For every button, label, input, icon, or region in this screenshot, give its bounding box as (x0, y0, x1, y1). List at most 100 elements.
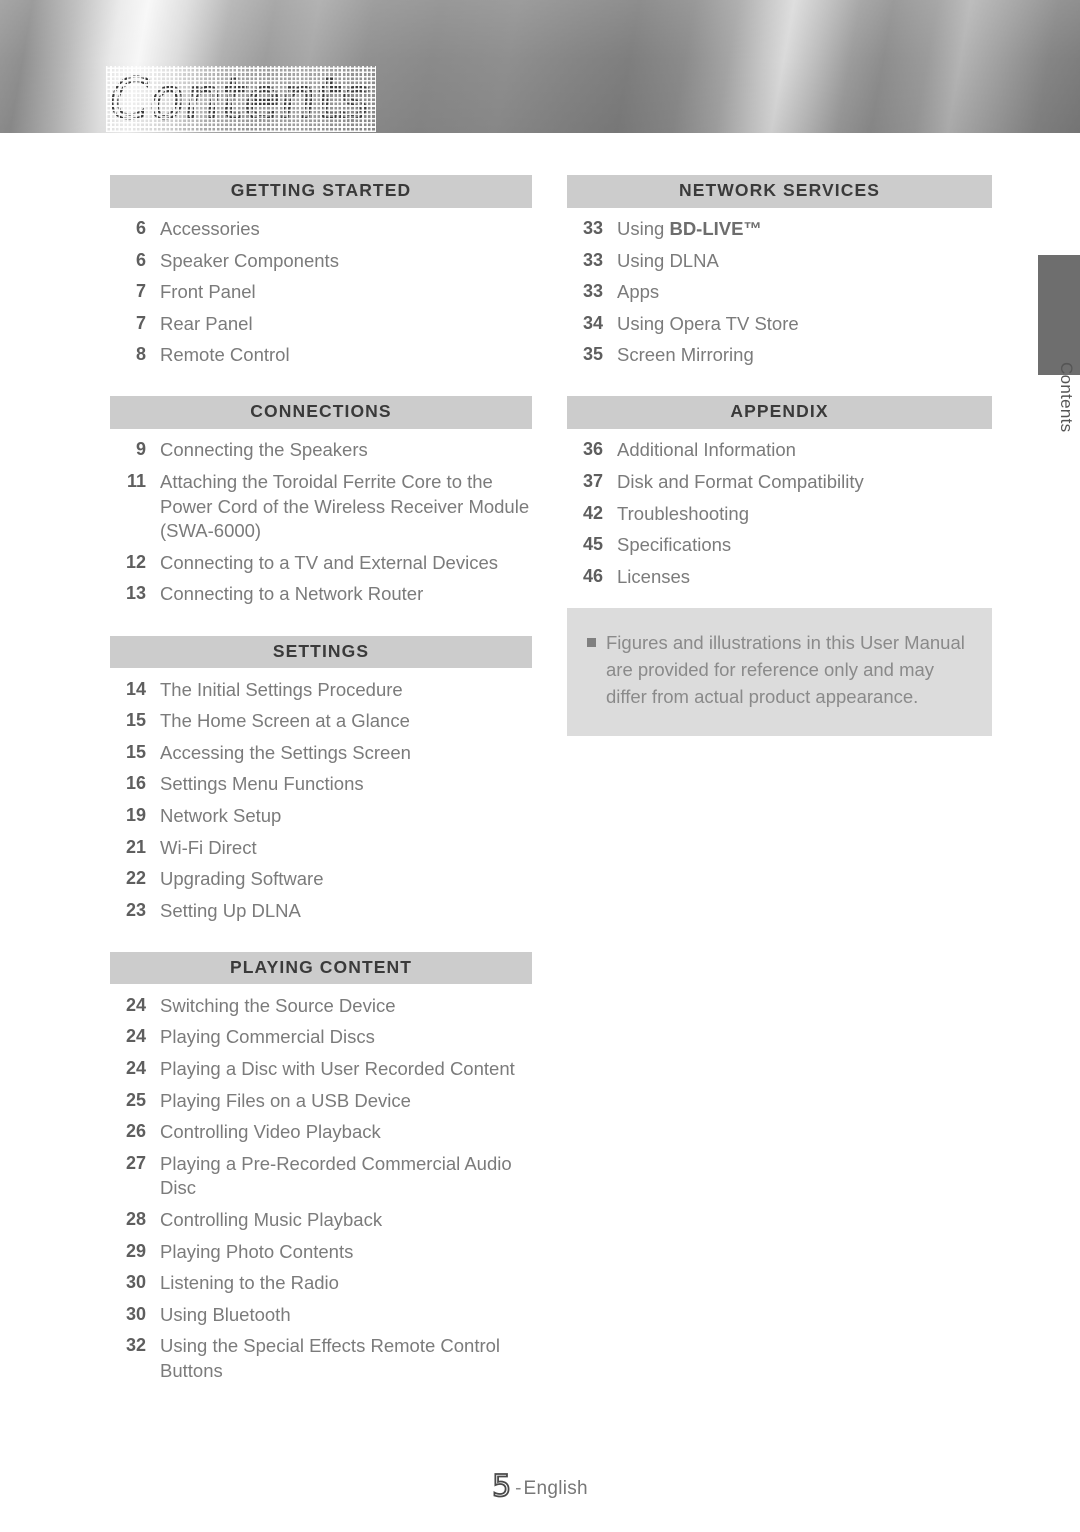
toc-entry[interactable]: 6 Accessories (110, 214, 532, 246)
toc-entry[interactable]: 33 Using BD-LIVE™ (567, 214, 992, 246)
toc-entry[interactable]: 36 Additional Information (567, 435, 992, 467)
toc-entry-page: 33 (582, 281, 603, 302)
section-entry-list: 33 Using BD-LIVE™ 33 Using DLNA 33 Apps 34 Usin… (567, 208, 992, 372)
section-entry-list: 14 The Initial Settings Procedure 15 The Ho… (110, 668, 532, 927)
toc-entry-page: 36 (582, 439, 603, 460)
toc-entry-title: Network Setup (160, 804, 282, 826)
toc-entry[interactable]: 42 Troubleshooting (567, 498, 992, 530)
toc-entry-title: Playing Photo Contents (160, 1240, 354, 1262)
toc-entry-page: 15 (125, 741, 146, 762)
toc-entry[interactable]: 8 Remote Control (110, 340, 532, 372)
toc-entry-page: 33 (582, 218, 603, 238)
toc-entry-title: Disk and Format Compatibility (617, 471, 864, 493)
toc-entry-page: 25 (125, 1089, 146, 1110)
toc-entry-page: 11 (126, 471, 146, 492)
toc-entry-title: Connecting to a Network Router (160, 583, 424, 605)
toc-entry[interactable]: 33 Apps (567, 277, 992, 309)
toc-entry[interactable]: 46 Licenses (567, 561, 992, 593)
toc-entry[interactable]: 7 Rear Panel (110, 308, 532, 340)
note-row: Figures and illustrations in this User M… (567, 630, 992, 710)
toc-entry-title: Settings Menu Functions (160, 773, 364, 795)
toc-entry[interactable]: 30 Listening to the Radio (110, 1268, 532, 1300)
toc-entry[interactable]: 22 Upgrading Software (110, 864, 532, 896)
toc-entry-page: 30 (125, 1272, 146, 1293)
toc-entry-title: Troubleshooting (617, 502, 749, 524)
toc-entry[interactable]: 24 Switching the Source Device (110, 990, 532, 1022)
toc-entry-page: 45 (582, 534, 603, 555)
toc-entry[interactable]: 32 Using the Special Effects Remote Contr… (110, 1331, 532, 1387)
square-bullet-icon (587, 638, 596, 647)
page-footer: 5- English (0, 1468, 1080, 1505)
toc-entry[interactable]: 26 Controlling Video Playback (110, 1117, 532, 1149)
toc-entry-page: 13 (125, 583, 146, 604)
toc-entry-title: Additional Information (617, 439, 796, 461)
banner-title-clip: Contents (0, 0, 1080, 160)
toc-entry-page: 15 (125, 710, 146, 731)
section-entry-list: 6 Accessories 6 Speaker Components 7 Front Pa… (110, 208, 532, 372)
toc-entry-title: Using Bluetooth (160, 1303, 291, 1325)
toc-entry[interactable]: 11 Attaching the Toroidal Ferrite Core to… (110, 467, 532, 548)
toc-entry-page: 28 (125, 1208, 146, 1229)
section-entry-list: 9 Connecting the Speakers 11 Attaching the … (110, 429, 532, 611)
toc-entry[interactable]: 21 Wi-Fi Direct (110, 832, 532, 864)
toc-entry[interactable]: 13 Connecting to a Network Router (110, 579, 532, 611)
edge-tab-marker (1038, 255, 1080, 375)
toc-entry-title: Playing Commercial Discs (160, 1026, 375, 1048)
toc-entry-title-prefix: Using (617, 218, 670, 239)
toc-entry-title: Using Opera TV Store (617, 312, 799, 334)
toc-entry[interactable]: 14 The Initial Settings Procedure (110, 674, 532, 706)
toc-entry[interactable]: 19 Network Setup (110, 800, 532, 832)
toc-entry-title: Playing a Disc with User Recorded Conten… (160, 1057, 515, 1079)
toc-entry-title: Using the Special Effects Remote Control… (160, 1335, 501, 1381)
section-heading: APPENDIX (567, 396, 992, 429)
toc-entry-title: Switching the Source Device (160, 994, 396, 1016)
note-text: Figures and illustrations in this User M… (606, 632, 965, 707)
toc-entry-page: 7 (135, 281, 146, 302)
toc-entry[interactable]: 30 Using Bluetooth (110, 1299, 532, 1331)
toc-entry[interactable]: 27 Playing a Pre-Recorded Commercial Audi… (110, 1148, 532, 1204)
toc-entry-title: Specifications (617, 534, 732, 556)
toc-entry-page: 26 (125, 1121, 146, 1142)
toc-entry-title: Upgrading Software (160, 868, 324, 890)
toc-column-left: GETTING STARTED 6 Accessories 6 Speaker Comp… (110, 175, 532, 1387)
toc-entry-page: 24 (125, 1057, 146, 1078)
toc-entry[interactable]: 24 Playing a Disc with User Recorded Cont… (110, 1053, 532, 1085)
toc-entry[interactable]: 6 Speaker Components (110, 245, 532, 277)
toc-entry-title: Using BD-LIVE™ (603, 217, 992, 242)
toc-entry[interactable]: 29 Playing Photo Contents (110, 1236, 532, 1268)
toc-entry[interactable]: 35 Screen Mirroring (567, 340, 992, 372)
toc-entry-title: Wi-Fi Direct (160, 836, 257, 858)
toc-entry-page: 8 (135, 344, 146, 365)
toc-entry[interactable]: 24 Playing Commercial Discs (110, 1022, 532, 1054)
toc-entry-page: 46 (582, 565, 603, 586)
toc-entry-title: Rear Panel (160, 312, 253, 334)
toc-entry[interactable]: 34 Using Opera TV Store (567, 308, 992, 340)
toc-entry-page: 37 (582, 471, 603, 492)
toc-entry[interactable]: 16 Settings Menu Functions (110, 769, 532, 801)
toc-entry[interactable]: 15 Accessing the Settings Screen (110, 737, 532, 769)
toc-entry-page: 24 (125, 1026, 146, 1047)
toc-entry[interactable]: 45 Specifications (567, 530, 992, 562)
toc-entry[interactable]: 9 Connecting the Speakers (110, 435, 532, 467)
toc-entry-title: Using DLNA (617, 249, 719, 271)
toc-entry-title: Connecting to a TV and External Devices (160, 551, 498, 573)
toc-entry[interactable]: 33 Using DLNA (567, 245, 992, 277)
toc-entry-page: 42 (582, 502, 603, 523)
toc-entry-title: Setting Up DLNA (160, 899, 301, 921)
section-entry-list: 36 Additional Information 37 Disk and Forma… (567, 429, 992, 593)
toc-entry-page: 16 (125, 773, 146, 794)
toc-entry[interactable]: 15 The Home Screen at a Glance (110, 706, 532, 738)
toc-entry[interactable]: 23 Setting Up DLNA (110, 895, 532, 927)
toc-entry-title: Front Panel (160, 281, 256, 303)
section-heading: GETTING STARTED (110, 175, 532, 208)
toc-entry[interactable]: 37 Disk and Format Compatibility (567, 467, 992, 499)
toc-entry[interactable]: 7 Front Panel (110, 277, 532, 309)
toc-entry-title: Listening to the Radio (160, 1272, 339, 1294)
toc-entry-page: 9 (135, 439, 146, 460)
toc-entry-page: 22 (125, 868, 146, 889)
toc-entry[interactable]: 12 Connecting to a TV and External Device… (110, 547, 532, 579)
toc-entry-page: 29 (125, 1240, 146, 1261)
toc-entry-page: 21 (125, 836, 146, 857)
toc-entry[interactable]: 25 Playing Files on a USB Device (110, 1085, 532, 1117)
toc-entry[interactable]: 28 Controlling Music Playback (110, 1204, 532, 1236)
